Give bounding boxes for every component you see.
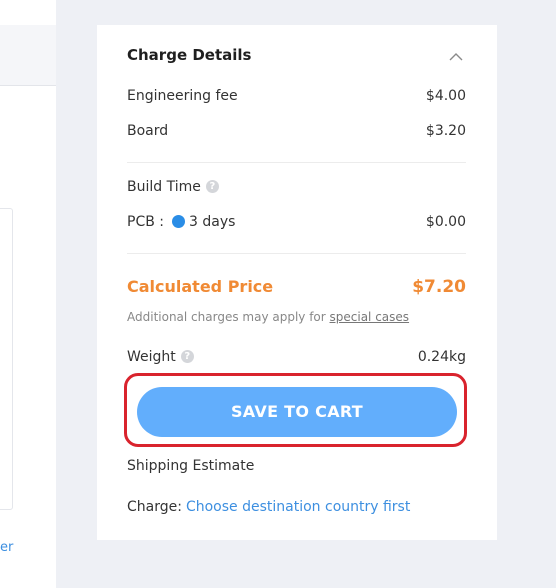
question-circle-icon[interactable]: ? (205, 179, 219, 193)
build-time-row: Build Time? (127, 177, 466, 197)
build-time-label: Build Time (127, 179, 201, 195)
weight-value: 0.24kg (417, 349, 466, 365)
weight-row: Weight? 0.24kg (127, 347, 466, 367)
chevron-up-icon[interactable] (448, 49, 464, 65)
weight-label: Weight (127, 349, 176, 365)
board-row: Board $3.20 (127, 121, 466, 141)
shipping-estimate-label: Shipping Estimate (127, 458, 255, 474)
board-value: $3.20 (425, 123, 466, 139)
pcb-label-group: PCB : 3 days (127, 212, 235, 232)
divider (127, 253, 466, 254)
charge-label: Charge: (127, 499, 182, 515)
board-label: Board (127, 123, 169, 139)
pcb-build-value: $0.00 (425, 214, 466, 230)
left-panel-box (0, 208, 13, 510)
charge-details-title: Charge Details (127, 46, 252, 64)
left-panel-link[interactable]: er (0, 540, 13, 555)
calculated-price-value: $7.20 (412, 277, 466, 297)
charge-details-card: Charge Details Engineering fee $4.00 Boa… (97, 25, 497, 540)
engineering-fee-row: Engineering fee $4.00 (127, 86, 466, 106)
choose-destination-link[interactable]: Choose destination country first (186, 499, 410, 515)
divider (127, 162, 466, 163)
question-circle-icon[interactable]: ? (180, 349, 194, 363)
engineering-fee-value: $4.00 (425, 88, 466, 104)
save-to-cart-button[interactable]: SAVE TO CART (137, 387, 457, 437)
additional-charges-note: Additional charges may apply for special… (127, 310, 409, 324)
additional-charges-text: Additional charges may apply for (127, 310, 330, 324)
calculated-price-row: Calculated Price $7.20 (127, 275, 466, 299)
pcb-build-option[interactable]: 3 days (189, 214, 235, 230)
radio-selected-icon[interactable] (172, 214, 185, 228)
left-panel: er (0, 0, 56, 588)
left-panel-header (0, 25, 56, 86)
charge-line: Charge: Choose destination country first (127, 499, 410, 515)
calculated-price-label: Calculated Price (127, 277, 274, 296)
special-cases-link[interactable]: special cases (330, 310, 410, 324)
pcb-row: PCB : 3 days $0.00 (127, 212, 466, 232)
engineering-fee-label: Engineering fee (127, 88, 238, 104)
pcb-label: PCB : (127, 214, 164, 230)
weight-label-group: Weight? (127, 347, 194, 367)
build-time-label-group: Build Time? (127, 177, 219, 197)
